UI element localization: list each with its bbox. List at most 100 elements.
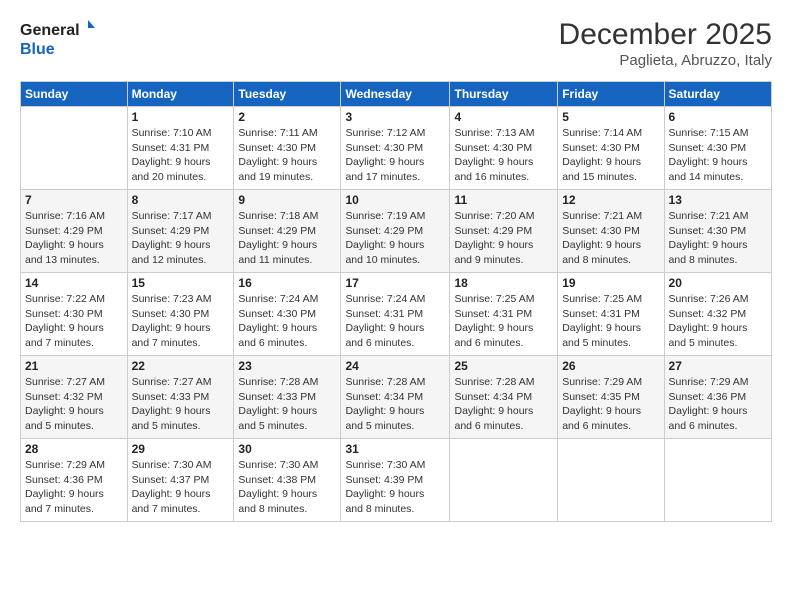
day-number: 10	[345, 193, 445, 207]
svg-text:Blue: Blue	[20, 41, 55, 58]
calendar-week-5: 28 Sunrise: 7:29 AMSunset: 4:36 PMDayligh…	[21, 439, 772, 522]
day-number: 8	[132, 193, 230, 207]
day-number: 12	[562, 193, 659, 207]
calendar-cell: 23 Sunrise: 7:28 AMSunset: 4:33 PMDayligh…	[234, 356, 341, 439]
day-info: Sunrise: 7:15 AMSunset: 4:30 PMDaylight:…	[669, 126, 767, 185]
day-header-saturday: Saturday	[664, 82, 771, 107]
calendar-cell	[558, 439, 664, 522]
day-number: 18	[454, 276, 553, 290]
calendar-cell: 17Sunrise: 7:24 AMSunset: 4:31 PMDayligh…	[341, 273, 450, 356]
calendar-cell: 5 Sunrise: 7:14 AMSunset: 4:30 PMDaylight…	[558, 107, 664, 190]
calendar-cell: 20 Sunrise: 7:26 AMSunset: 4:32 PMDayligh…	[664, 273, 771, 356]
calendar-cell: 7 Sunrise: 7:16 AMSunset: 4:29 PMDaylight…	[21, 190, 128, 273]
day-info: Sunrise: 7:12 AMSunset: 4:30 PMDaylight:…	[345, 126, 445, 185]
logo: General Blue	[20, 18, 95, 60]
calendar-cell: 25 Sunrise: 7:28 AMSunset: 4:34 PMDayligh…	[450, 356, 558, 439]
calendar-week-2: 7 Sunrise: 7:16 AMSunset: 4:29 PMDaylight…	[21, 190, 772, 273]
day-info: Sunrise: 7:21 AMSunset: 4:30 PMDaylight:…	[669, 209, 767, 268]
calendar-cell: 14Sunrise: 7:22 AMSunset: 4:30 PMDayligh…	[21, 273, 128, 356]
calendar-cell: 12 Sunrise: 7:21 AMSunset: 4:30 PMDayligh…	[558, 190, 664, 273]
calendar-cell: 2Sunrise: 7:11 AMSunset: 4:30 PMDaylight…	[234, 107, 341, 190]
day-number: 1	[132, 110, 230, 124]
calendar-cell	[450, 439, 558, 522]
calendar-cell: 13 Sunrise: 7:21 AMSunset: 4:30 PMDayligh…	[664, 190, 771, 273]
calendar-cell: 24 Sunrise: 7:28 AMSunset: 4:34 PMDayligh…	[341, 356, 450, 439]
svg-text:General: General	[20, 22, 80, 39]
day-info: Sunrise: 7:29 AMSunset: 4:36 PMDaylight:…	[25, 458, 123, 517]
day-number: 20	[669, 276, 767, 290]
day-info: Sunrise: 7:29 AMSunset: 4:35 PMDaylight:…	[562, 375, 659, 434]
calendar-cell: 10 Sunrise: 7:19 AMSunset: 4:29 PMDayligh…	[341, 190, 450, 273]
day-info: Sunrise: 7:27 AMSunset: 4:33 PMDaylight:…	[132, 375, 230, 434]
calendar-table: SundayMondayTuesdayWednesdayThursdayFrid…	[20, 81, 772, 522]
day-number: 29	[132, 442, 230, 456]
day-info: Sunrise: 7:30 AMSunset: 4:38 PMDaylight:…	[238, 458, 336, 517]
day-info: Sunrise: 7:30 AMSunset: 4:37 PMDaylight:…	[132, 458, 230, 517]
header: General Blue December 2025 Paglieta, Abr…	[20, 18, 772, 69]
day-number: 6	[669, 110, 767, 124]
day-number: 24	[345, 359, 445, 373]
day-number: 5	[562, 110, 659, 124]
location-title: Paglieta, Abruzzo, Italy	[559, 52, 772, 69]
day-number: 21	[25, 359, 123, 373]
calendar-cell: 3 Sunrise: 7:12 AMSunset: 4:30 PMDaylight…	[341, 107, 450, 190]
day-number: 2	[238, 110, 336, 124]
day-info: Sunrise: 7:18 AMSunset: 4:29 PMDaylight:…	[238, 209, 336, 268]
day-header-tuesday: Tuesday	[234, 82, 341, 107]
day-info: Sunrise: 7:29 AMSunset: 4:36 PMDaylight:…	[669, 375, 767, 434]
day-info: Sunrise: 7:24 AMSunset: 4:30 PMDaylight:…	[238, 292, 336, 351]
calendar-cell: 18 Sunrise: 7:25 AMSunset: 4:31 PMDayligh…	[450, 273, 558, 356]
day-info: Sunrise: 7:17 AMSunset: 4:29 PMDaylight:…	[132, 209, 230, 268]
day-number: 15	[132, 276, 230, 290]
calendar-cell: 6 Sunrise: 7:15 AMSunset: 4:30 PMDaylight…	[664, 107, 771, 190]
calendar-cell: 26 Sunrise: 7:29 AMSunset: 4:35 PMDayligh…	[558, 356, 664, 439]
day-number: 27	[669, 359, 767, 373]
calendar-week-3: 14Sunrise: 7:22 AMSunset: 4:30 PMDayligh…	[21, 273, 772, 356]
day-info: Sunrise: 7:28 AMSunset: 4:34 PMDaylight:…	[345, 375, 445, 434]
calendar-cell: 28 Sunrise: 7:29 AMSunset: 4:36 PMDayligh…	[21, 439, 128, 522]
day-info: Sunrise: 7:19 AMSunset: 4:29 PMDaylight:…	[345, 209, 445, 268]
day-info: Sunrise: 7:25 AMSunset: 4:31 PMDaylight:…	[454, 292, 553, 351]
day-info: Sunrise: 7:27 AMSunset: 4:32 PMDaylight:…	[25, 375, 123, 434]
calendar-cell	[21, 107, 128, 190]
day-info: Sunrise: 7:25 AMSunset: 4:31 PMDaylight:…	[562, 292, 659, 351]
day-info: Sunrise: 7:14 AMSunset: 4:30 PMDaylight:…	[562, 126, 659, 185]
day-number: 13	[669, 193, 767, 207]
day-number: 7	[25, 193, 123, 207]
logo-svg: General Blue	[20, 18, 95, 60]
calendar-cell: 27 Sunrise: 7:29 AMSunset: 4:36 PMDayligh…	[664, 356, 771, 439]
day-number: 16	[238, 276, 336, 290]
day-info: Sunrise: 7:23 AMSunset: 4:30 PMDaylight:…	[132, 292, 230, 351]
day-info: Sunrise: 7:28 AMSunset: 4:33 PMDaylight:…	[238, 375, 336, 434]
day-number: 26	[562, 359, 659, 373]
calendar-cell: 29 Sunrise: 7:30 AMSunset: 4:37 PMDayligh…	[127, 439, 234, 522]
day-info: Sunrise: 7:10 AMSunset: 4:31 PMDaylight:…	[132, 126, 230, 185]
day-info: Sunrise: 7:16 AMSunset: 4:29 PMDaylight:…	[25, 209, 123, 268]
day-info: Sunrise: 7:21 AMSunset: 4:30 PMDaylight:…	[562, 209, 659, 268]
calendar-cell: 11Sunrise: 7:20 AMSunset: 4:29 PMDayligh…	[450, 190, 558, 273]
day-number: 14	[25, 276, 123, 290]
day-info: Sunrise: 7:20 AMSunset: 4:29 PMDaylight:…	[454, 209, 553, 268]
day-info: Sunrise: 7:28 AMSunset: 4:34 PMDaylight:…	[454, 375, 553, 434]
day-number: 30	[238, 442, 336, 456]
day-number: 4	[454, 110, 553, 124]
day-number: 19	[562, 276, 659, 290]
calendar-week-1: 1 Sunrise: 7:10 AMSunset: 4:31 PMDaylight…	[21, 107, 772, 190]
day-header-wednesday: Wednesday	[341, 82, 450, 107]
day-info: Sunrise: 7:13 AMSunset: 4:30 PMDaylight:…	[454, 126, 553, 185]
calendar-cell: 22Sunrise: 7:27 AMSunset: 4:33 PMDayligh…	[127, 356, 234, 439]
day-header-friday: Friday	[558, 82, 664, 107]
day-number: 31	[345, 442, 445, 456]
day-header-monday: Monday	[127, 82, 234, 107]
calendar-cell: 31Sunrise: 7:30 AMSunset: 4:39 PMDayligh…	[341, 439, 450, 522]
day-number: 28	[25, 442, 123, 456]
calendar-cell: 30 Sunrise: 7:30 AMSunset: 4:38 PMDayligh…	[234, 439, 341, 522]
day-number: 17	[345, 276, 445, 290]
day-info: Sunrise: 7:26 AMSunset: 4:32 PMDaylight:…	[669, 292, 767, 351]
calendar-cell: 19 Sunrise: 7:25 AMSunset: 4:31 PMDayligh…	[558, 273, 664, 356]
day-number: 3	[345, 110, 445, 124]
day-number: 25	[454, 359, 553, 373]
calendar-cell: 21 Sunrise: 7:27 AMSunset: 4:32 PMDayligh…	[21, 356, 128, 439]
calendar-cell: 9Sunrise: 7:18 AMSunset: 4:29 PMDaylight…	[234, 190, 341, 273]
day-number: 23	[238, 359, 336, 373]
